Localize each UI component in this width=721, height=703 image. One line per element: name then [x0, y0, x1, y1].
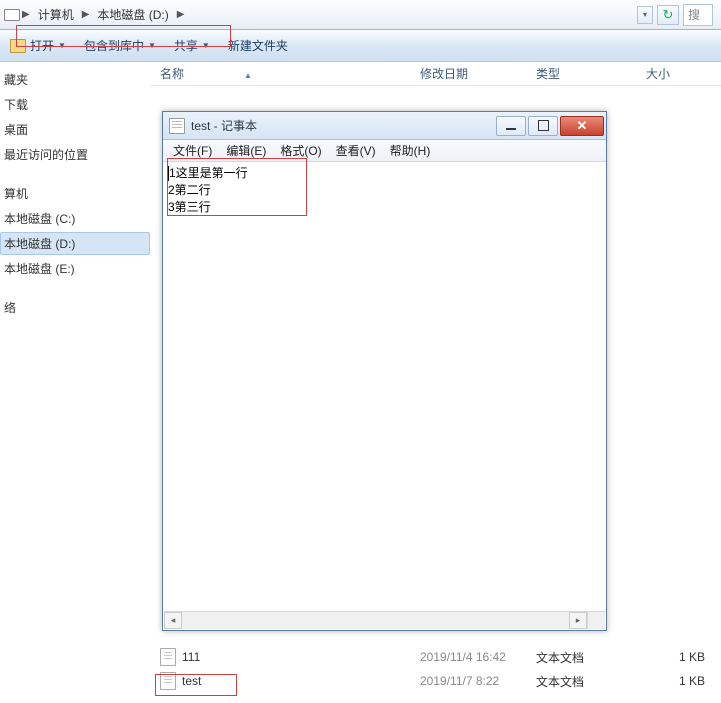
menu-label: 查看(V) — [336, 144, 376, 158]
refresh-button[interactable]: ↻ — [657, 5, 679, 25]
breadcrumb-label: 本地磁盘 (D:) — [97, 6, 168, 23]
notepad-app-icon — [169, 118, 185, 134]
notepad-menubar: 文件(F) 编辑(E) 格式(O) 查看(V) 帮助(H) — [163, 140, 606, 162]
sidebar-item-favorites[interactable]: 藏夹 — [0, 68, 150, 91]
col-header-name[interactable]: 名称 ▲ — [160, 65, 420, 82]
menu-label: 编辑(E) — [226, 144, 266, 158]
sidebar-item-label: 本地磁盘 (E:) — [4, 262, 75, 276]
sidebar-item-label: 本地磁盘 (C:) — [4, 212, 75, 226]
menu-edit[interactable]: 编辑(E) — [220, 140, 272, 161]
drive-icon — [4, 9, 20, 21]
col-header-type[interactable]: 类型 — [536, 65, 646, 82]
sidebar-item-label: 算机 — [4, 187, 28, 201]
breadcrumb-drive-d[interactable]: 本地磁盘 (D:) — [91, 4, 174, 25]
toolbar-label: 共享 — [174, 37, 198, 54]
file-date: 2019/11/4 16:42 — [420, 650, 536, 664]
address-bar: ▶ 计算机 ▶ 本地磁盘 (D:) ▶ ▾ ↻ 搜 — [0, 0, 721, 30]
search-input[interactable]: 搜 — [683, 4, 713, 26]
file-row[interactable]: 111 2019/11/4 16:42 文本文档 1 KB — [150, 645, 721, 669]
notepad-window: test - 记事本 ✕ 文件(F) 编辑(E) 格式(O) 查看(V) 帮助(… — [162, 111, 607, 631]
sidebar-item-label: 最近访问的位置 — [4, 148, 88, 162]
toolbar-label: 新建文件夹 — [228, 37, 288, 54]
col-label: 修改日期 — [420, 67, 468, 81]
chevron-right-icon[interactable]: ▶ — [82, 9, 90, 20]
text-line: 3第三行 — [168, 200, 211, 214]
file-size: 1 KB — [646, 674, 721, 688]
file-type: 文本文档 — [536, 673, 646, 690]
new-folder-button[interactable]: 新建文件夹 — [228, 37, 288, 54]
search-placeholder: 搜 — [688, 6, 700, 23]
notepad-title: test - 记事本 — [191, 117, 494, 134]
sort-indicator-icon: ▲ — [244, 71, 252, 80]
sidebar-item-drive-c[interactable]: 本地磁盘 (C:) — [0, 207, 150, 230]
sidebar-item-desktop[interactable]: 桌面 — [0, 118, 150, 141]
text-line: 2第二行 — [168, 183, 211, 197]
notepad-titlebar[interactable]: test - 记事本 ✕ — [163, 112, 606, 140]
scroll-right-button[interactable]: ▸ — [569, 612, 587, 629]
file-date: 2019/11/7 8:22 — [420, 674, 536, 688]
menu-help[interactable]: 帮助(H) — [384, 140, 437, 161]
col-header-size[interactable]: 大小 — [646, 65, 721, 82]
sidebar-item-recent[interactable]: 最近访问的位置 — [0, 143, 150, 166]
sidebar-item-label: 藏夹 — [4, 73, 28, 87]
sidebar: 藏夹 下载 桌面 最近访问的位置 算机 本地磁盘 (C:) 本地磁盘 (D:) … — [0, 62, 150, 703]
col-header-date[interactable]: 修改日期 — [420, 65, 536, 82]
breadcrumb-label: 计算机 — [38, 6, 74, 23]
minimize-button[interactable] — [496, 116, 526, 136]
text-file-icon — [160, 648, 176, 666]
explorer-toolbar: 打开 ▼ 包含到库中 ▼ 共享 ▼ 新建文件夹 — [0, 30, 721, 62]
close-button[interactable]: ✕ — [560, 116, 604, 136]
folder-open-icon — [10, 39, 26, 53]
notepad-text-area[interactable]: 1这里是第一行 2第二行 3第三行 ◂ ▸ — [163, 162, 606, 630]
file-size: 1 KB — [646, 650, 721, 664]
chevron-down-icon: ▼ — [58, 41, 66, 50]
col-label: 大小 — [646, 67, 670, 81]
sidebar-item-downloads[interactable]: 下载 — [0, 93, 150, 116]
menu-label: 文件(F) — [173, 144, 212, 158]
chevron-right-icon[interactable]: ▶ — [177, 9, 185, 20]
sidebar-item-label: 下载 — [4, 98, 28, 112]
sidebar-item-drive-e[interactable]: 本地磁盘 (E:) — [0, 257, 150, 280]
file-type: 文本文档 — [536, 649, 646, 666]
col-label: 类型 — [536, 67, 560, 81]
menu-label: 格式(O) — [280, 144, 321, 158]
text-file-icon — [160, 672, 176, 690]
sidebar-item-drive-d[interactable]: 本地磁盘 (D:) — [0, 232, 150, 255]
address-dropdown-button[interactable]: ▾ — [637, 6, 653, 24]
share-button[interactable]: 共享 ▼ — [174, 37, 210, 54]
col-label: 名称 — [160, 67, 184, 81]
chevron-down-icon: ▼ — [202, 41, 210, 50]
chevron-right-icon[interactable]: ▶ — [22, 9, 30, 20]
menu-label: 帮助(H) — [390, 144, 431, 158]
toolbar-label: 包含到库中 — [84, 37, 144, 54]
h-scrollbar[interactable]: ◂ ▸ — [164, 611, 587, 629]
sidebar-item-computer[interactable]: 算机 — [0, 182, 150, 205]
sidebar-item-network[interactable]: 络 — [0, 296, 150, 319]
file-name: test — [182, 674, 420, 688]
scroll-left-button[interactable]: ◂ — [164, 612, 182, 629]
open-button[interactable]: 打开 ▼ — [10, 37, 66, 54]
sidebar-item-label: 本地磁盘 (D:) — [4, 237, 75, 251]
column-headers: 名称 ▲ 修改日期 类型 大小 — [150, 62, 721, 86]
breadcrumb-computer[interactable]: 计算机 — [32, 4, 80, 25]
text-line: 1这里是第一行 — [169, 166, 248, 180]
file-row[interactable]: test 2019/11/7 8:22 文本文档 1 KB — [150, 669, 721, 693]
sidebar-item-label: 络 — [4, 301, 16, 315]
scroll-track[interactable] — [182, 612, 569, 629]
file-name: 111 — [182, 650, 420, 664]
menu-view[interactable]: 查看(V) — [330, 140, 382, 161]
chevron-down-icon: ▼ — [148, 41, 156, 50]
maximize-button[interactable] — [528, 116, 558, 136]
toolbar-label: 打开 — [30, 37, 54, 54]
menu-format[interactable]: 格式(O) — [274, 140, 327, 161]
sidebar-item-label: 桌面 — [4, 123, 28, 137]
menu-file[interactable]: 文件(F) — [167, 140, 218, 161]
include-library-button[interactable]: 包含到库中 ▼ — [84, 37, 156, 54]
scroll-corner — [587, 611, 605, 629]
